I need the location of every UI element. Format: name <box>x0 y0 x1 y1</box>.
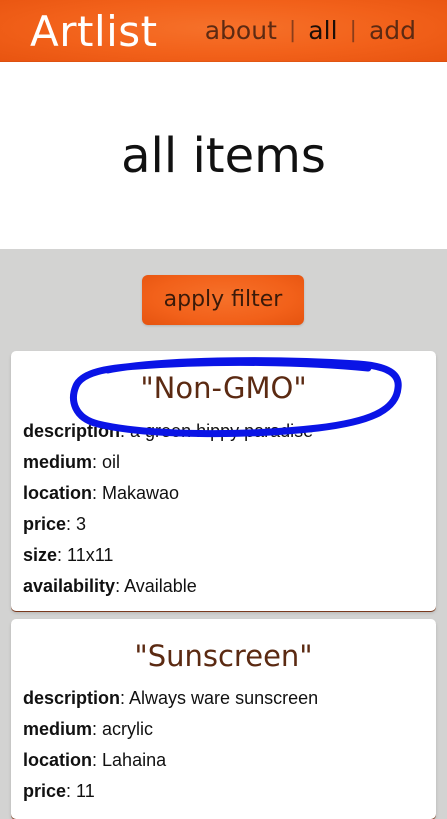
nav-link-about[interactable]: about <box>205 16 277 46</box>
nav-links: about | all | add <box>205 16 416 46</box>
field-value: 11x11 <box>67 545 114 565</box>
field-value: acrylic <box>102 719 154 739</box>
field-value: Available <box>124 576 197 596</box>
field-value: Makawao <box>102 483 180 503</box>
field-label: size <box>23 545 58 565</box>
field-label: location <box>23 483 93 503</box>
field-value: Lahaina <box>102 750 167 770</box>
apply-filter-button[interactable]: apply filter <box>142 275 304 325</box>
field-medium: medium: oil <box>23 452 121 472</box>
field-label: location <box>23 750 93 770</box>
field-description: description: Always ware sunscreen <box>23 688 319 708</box>
nav-separator: | <box>288 18 297 43</box>
page-header: all items <box>0 62 447 249</box>
brand-logo-link[interactable]: Artlist <box>30 6 158 58</box>
field-value: 11 <box>76 781 95 801</box>
field-price: price: 3 <box>23 514 87 534</box>
nav-link-all[interactable]: all <box>308 16 337 46</box>
navbar: Artlist about | all | add <box>0 0 447 62</box>
field-size: size: 11x11 <box>23 545 114 565</box>
item-details: description: Always ware sunscreen mediu… <box>23 685 318 809</box>
field-value: Always ware sunscreen <box>129 688 319 708</box>
field-medium: medium: acrylic <box>23 719 154 739</box>
field-value: a green hippy paradise <box>130 421 314 441</box>
field-availability: availability: Available <box>23 576 197 596</box>
nav-separator: | <box>349 18 357 43</box>
field-price: price: 11 <box>23 781 95 801</box>
nav-link-add[interactable]: add <box>369 16 416 46</box>
page-title: all items <box>121 128 326 184</box>
item-title[interactable]: "Sunscreen" <box>11 639 436 673</box>
field-label: price <box>23 514 67 534</box>
item-card: "Non-GMO" description: a green hippy par… <box>11 351 436 611</box>
field-label: medium <box>23 452 93 472</box>
field-label: description <box>23 421 121 441</box>
item-title[interactable]: "Non-GMO" <box>11 371 436 405</box>
field-label: medium <box>23 719 93 739</box>
field-location: location: Makawao <box>23 483 180 503</box>
field-value: 3 <box>76 514 87 534</box>
field-description: description: a green hippy paradise <box>23 421 314 441</box>
field-label: availability <box>23 576 116 596</box>
field-label: price <box>23 781 67 801</box>
item-details: description: a green hippy paradise medi… <box>23 418 313 604</box>
item-card: "Sunscreen" description: Always ware sun… <box>11 619 436 819</box>
field-location: location: Lahaina <box>23 750 167 770</box>
field-label: description <box>23 688 121 708</box>
field-value: oil <box>102 452 121 472</box>
